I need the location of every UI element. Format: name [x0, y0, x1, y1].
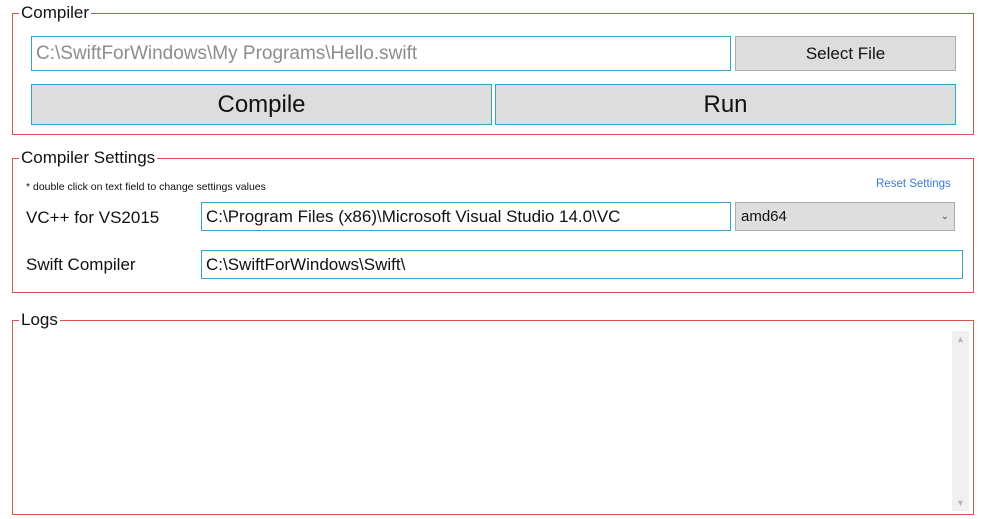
compiler-settings-title: Compiler Settings: [19, 148, 158, 168]
arch-select-value: amd64: [741, 208, 787, 225]
arch-select[interactable]: amd64 ⌄: [735, 202, 955, 231]
settings-hint: * double click on text field to change s…: [26, 181, 266, 193]
vc-label: VC++ for VS2015: [26, 208, 160, 227]
select-file-button[interactable]: Select File: [735, 36, 956, 71]
compiler-settings-group: Compiler Settings * double click on text…: [12, 148, 974, 293]
chevron-down-icon: ⌄: [940, 211, 949, 222]
scroll-up-icon[interactable]: ▲: [952, 331, 969, 347]
file-path-field[interactable]: C:\SwiftForWindows\My Programs\Hello.swi…: [31, 36, 731, 71]
scroll-down-icon[interactable]: ▼: [952, 495, 969, 511]
logs-title: Logs: [19, 310, 60, 330]
compiler-group: Compiler C:\SwiftForWindows\My Programs\…: [12, 3, 974, 135]
logs-scrollbar[interactable]: ▲ ▼: [952, 331, 969, 511]
swift-path-field[interactable]: C:\SwiftForWindows\Swift\: [201, 250, 963, 279]
compile-button[interactable]: Compile: [31, 84, 492, 125]
reset-settings-link[interactable]: Reset Settings: [876, 178, 951, 190]
swift-compiler-label: Swift Compiler: [26, 255, 136, 274]
compiler-group-title: Compiler: [19, 3, 92, 23]
logs-text-area[interactable]: [16, 331, 946, 511]
run-button[interactable]: Run: [495, 84, 956, 125]
logs-group: Logs ▲ ▼: [12, 310, 974, 515]
vc-path-field[interactable]: C:\Program Files (x86)\Microsoft Visual …: [201, 202, 731, 231]
